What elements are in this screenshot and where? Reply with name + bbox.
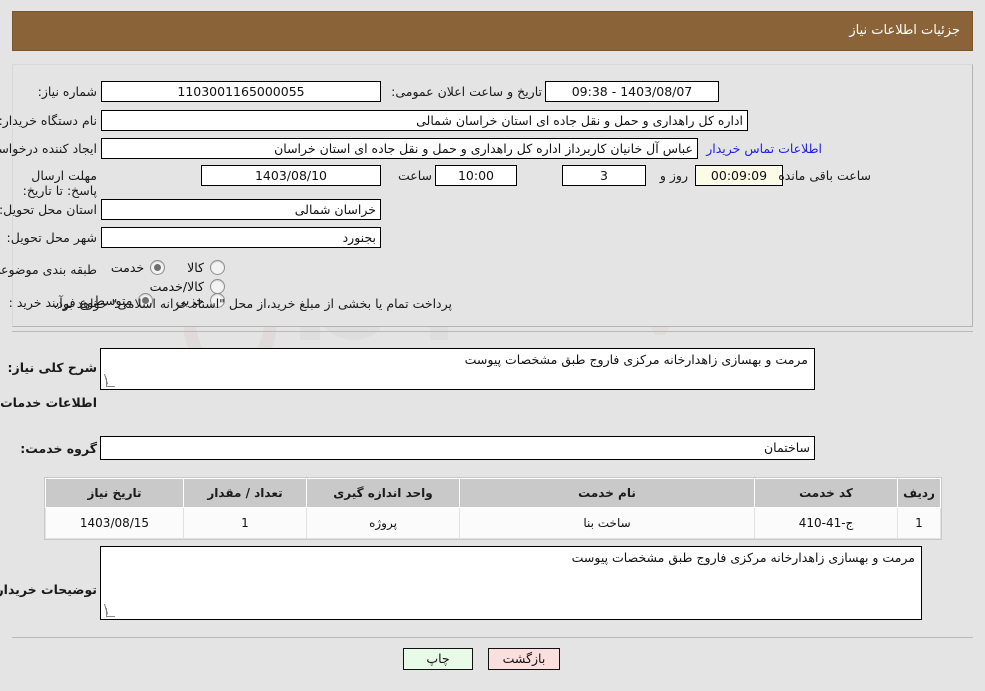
table-header-cell: ردیف <box>897 478 941 508</box>
radio-dot-icon[interactable] <box>150 260 166 275</box>
subject-category-option-2[interactable]: کالا/خدمت <box>150 279 225 294</box>
table-body: 1 ج-41-410 ساخت بنا پروژه 1 1403/08/15 <box>45 507 941 539</box>
table-header-cell: تاریخ نیاز <box>45 478 184 508</box>
radio-dot-icon[interactable] <box>210 279 225 294</box>
window-titlebar: جزئیات اطلاعات نیاز <box>12 11 973 51</box>
subject-category-option-label: کالا <box>187 260 204 275</box>
services-table: ردیف کد خدمت نام خدمت واحد اندازه گیری تعداد… <box>45 478 941 539</box>
table-cell: 1 <box>897 507 941 539</box>
delivery-province-label: استان محل تحویل: <box>0 202 97 217</box>
table-header-cell: کد خدمت <box>754 478 898 508</box>
payment-note: پرداخت تمام یا بخشی از مبلغ خرید،از محل … <box>53 296 452 311</box>
buyer-notes-value: مرمت و بهسازی زاهدارخانه مرکزی فاروج طبق… <box>571 550 915 565</box>
subject-category-option-0[interactable]: کالا <box>187 260 225 275</box>
radio-dot-icon[interactable] <box>210 260 225 275</box>
announce-datetime-label: تاریخ و ساعت اعلان عمومی: <box>391 84 542 99</box>
subject-category-option-label: کالا/خدمت <box>149 279 204 294</box>
page-root: AriaTender.net جزئیات اطلاعات نیاز شماره… <box>0 0 985 691</box>
table-row[interactable]: 1 ج-41-410 ساخت بنا پروژه 1 1403/08/15 <box>45 507 941 539</box>
subject-category-option-label: خدمت <box>110 260 145 275</box>
delivery-province-value: خراسان شمالی <box>101 199 381 220</box>
request-creator-label: ایجاد کننده درخواست: <box>0 141 97 156</box>
table-header-cell: واحد اندازه گیری <box>306 478 460 508</box>
buyer-org-label: نام دستگاه خریدار: <box>0 113 97 128</box>
remaining-hours-label: ساعت باقی مانده <box>778 168 871 183</box>
resize-grip-icon[interactable] <box>104 602 115 617</box>
countdown-timer: 00:09:09 <box>695 165 783 186</box>
need-summary-value: مرمت و بهسازی زاهدارخانه مرکزی فاروج طبق… <box>464 352 808 367</box>
buyer-org-value: اداره کل راهداری و حمل و نقل جاده ای است… <box>101 110 748 131</box>
table-header-cell: تعداد / مقدار <box>183 478 307 508</box>
deadline-hour-label: ساعت <box>397 168 432 183</box>
buyer-notes-textarea[interactable]: مرمت و بهسازی زاهدارخانه مرکزی فاروج طبق… <box>100 546 922 620</box>
delivery-city-value: بجنورد <box>101 227 381 248</box>
page-title: جزئیات اطلاعات نیاز <box>849 23 960 38</box>
table-cell: ساخت بنا <box>459 507 755 539</box>
buyer-notes-label: توضیحات خریدار: <box>0 582 97 597</box>
need-summary-textarea[interactable]: مرمت و بهسازی زاهدارخانه مرکزی فاروج طبق… <box>100 348 815 390</box>
deadline-date-value: 1403/08/10 <box>201 165 381 186</box>
section-divider-1 <box>12 331 973 332</box>
services-table-wrapper: ردیف کد خدمت نام خدمت واحد اندازه گیری تعداد… <box>44 477 942 540</box>
resize-grip-icon[interactable] <box>104 372 115 387</box>
buyer-contact-link[interactable]: اطلاعات تماس خریدار <box>706 141 822 156</box>
service-group-label: گروه خدمت: <box>20 441 97 456</box>
deadline-label: مهلت ارسال پاسخ: تا تاریخ: <box>22 168 97 198</box>
services-section-title: اطلاعات خدمات مورد نیاز <box>0 395 97 410</box>
section-divider-2 <box>12 637 973 638</box>
remaining-days-label: روز و <box>659 168 688 183</box>
table-cell: ج-41-410 <box>754 507 898 539</box>
announce-datetime-value: 1403/08/07 - 09:38 <box>545 81 719 102</box>
print-button[interactable]: چاپ <box>403 648 473 670</box>
need-number-value: 1103001165000055 <box>101 81 381 102</box>
table-header-cell: نام خدمت <box>459 478 755 508</box>
need-summary-label: شرح کلی نیاز: <box>7 360 97 375</box>
request-creator-value: عباس آل خانیان کاربرداز اداره کل راهداری… <box>101 138 698 159</box>
table-cell: پروژه <box>306 507 460 539</box>
back-button[interactable]: بازگشت <box>488 648 560 670</box>
delivery-city-label: شهر محل تحویل: <box>6 230 97 245</box>
service-group-value: ساختمان <box>100 436 815 460</box>
remaining-days-value: 3 <box>562 165 646 186</box>
deadline-time-value: 10:00 <box>435 165 517 186</box>
table-cell: 1403/08/15 <box>45 507 184 539</box>
subject-category-option-1[interactable]: خدمت <box>110 260 166 275</box>
table-header-row: ردیف کد خدمت نام خدمت واحد اندازه گیری تعداد… <box>45 478 941 508</box>
table-cell: 1 <box>183 507 307 539</box>
need-number-label: شماره نیاز: <box>37 84 97 99</box>
